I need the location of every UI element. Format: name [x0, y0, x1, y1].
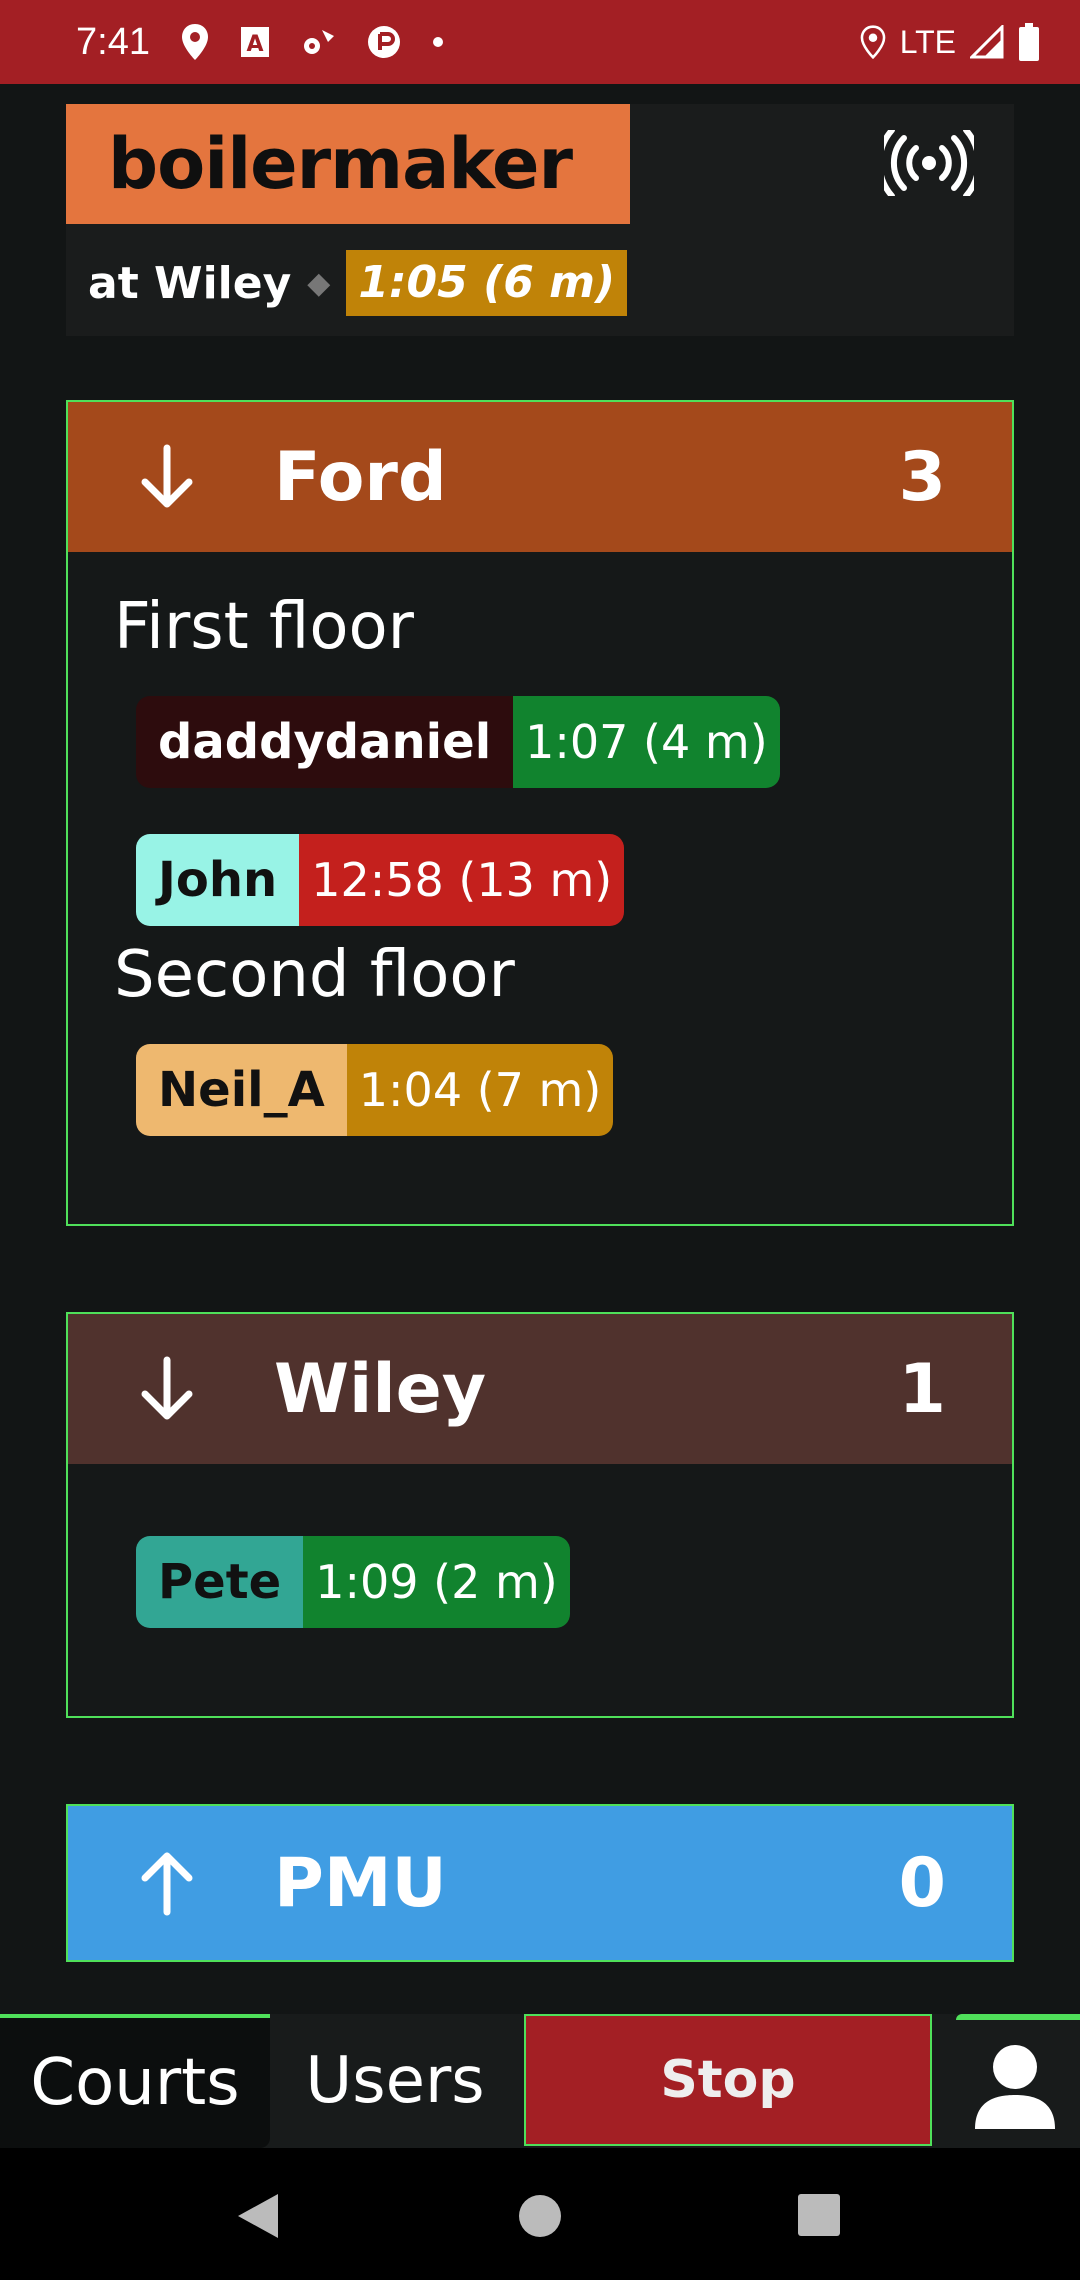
court-header-wiley[interactable]: Wiley 1	[68, 1314, 1012, 1464]
court-count: 1	[898, 1349, 946, 1429]
home-icon[interactable]	[518, 2194, 562, 2242]
court-header-pmu[interactable]: PMU 0	[68, 1806, 1012, 1960]
diamond-separator: ◆	[307, 265, 331, 301]
user-time: 12:58 (13 m)	[299, 834, 625, 926]
user-chip[interactable]: daddydaniel 1:07 (4 m)	[136, 696, 780, 788]
floor-label: First floor	[114, 590, 414, 664]
text-a-icon: A	[240, 26, 270, 58]
stop-label: Stop	[660, 2050, 796, 2110]
tab-courts[interactable]: Courts	[0, 2014, 270, 2148]
current-location: at Wiley ◆ 1:05 (6 m)	[88, 250, 628, 316]
arrow-up-icon[interactable]	[132, 1848, 202, 1918]
profile-tab-indicator	[956, 2014, 1080, 2020]
user-chip[interactable]: Neil_A 1:04 (7 m)	[136, 1044, 614, 1136]
person-icon[interactable]	[960, 2032, 1070, 2142]
dot-icon	[432, 36, 444, 48]
court-header-ford[interactable]: Ford 3	[68, 402, 1012, 552]
user-chip[interactable]: John 12:58 (13 m)	[136, 834, 625, 926]
record-icon	[366, 24, 402, 60]
location-time: 1:05 (6 m)	[346, 250, 628, 316]
stop-button[interactable]: Stop	[524, 2014, 932, 2146]
system-nav-bar	[0, 2148, 1080, 2280]
court-name: Wiley	[274, 1349, 487, 1429]
user-name: daddydaniel	[136, 696, 514, 788]
recents-icon[interactable]	[798, 2194, 840, 2240]
fan-icon	[300, 26, 336, 58]
court-card-wiley: Wiley 1 Pete 1:09 (2 m)	[66, 1312, 1014, 1718]
broadcast-icon[interactable]	[876, 127, 982, 200]
user-time: 1:07 (4 m)	[513, 696, 780, 788]
user-name: Pete	[136, 1536, 304, 1628]
network-type: LTE	[899, 23, 956, 60]
court-count: 0	[898, 1843, 946, 1923]
back-icon[interactable]	[236, 2192, 280, 2244]
status-bar: 7:41 A LTE	[0, 0, 1080, 84]
court-count: 3	[898, 437, 946, 517]
location-text: at Wiley	[88, 257, 292, 309]
user-time: 1:09 (2 m)	[303, 1536, 570, 1628]
signal-icon	[970, 25, 1004, 59]
app-title: boilermaker	[66, 104, 630, 224]
tab-courts-label: Courts	[30, 2046, 240, 2120]
user-name: Neil_A	[136, 1044, 347, 1136]
floor-label: Second floor	[114, 938, 515, 1012]
court-name: Ford	[274, 437, 447, 517]
tab-users-label: Users	[305, 2044, 485, 2118]
court-card-ford: Ford 3 First floor daddydaniel 1:07 (4 m…	[66, 400, 1014, 1226]
location-icon	[860, 25, 886, 59]
clock: 7:41	[76, 20, 150, 63]
court-card-pmu: PMU 0	[66, 1804, 1014, 1962]
arrow-down-icon[interactable]	[132, 1354, 202, 1424]
user-time: 1:04 (7 m)	[346, 1044, 614, 1136]
tab-users[interactable]: Users	[270, 2014, 520, 2148]
svg-text:A: A	[246, 32, 263, 57]
header-card: boilermaker at Wiley ◆ 1:05 (6 m)	[66, 104, 1014, 336]
user-chip[interactable]: Pete 1:09 (2 m)	[136, 1536, 570, 1628]
location-icon	[180, 22, 210, 62]
arrow-down-icon[interactable]	[132, 442, 202, 512]
court-name: PMU	[274, 1843, 447, 1923]
user-name: John	[136, 834, 300, 926]
battery-icon	[1018, 23, 1040, 61]
